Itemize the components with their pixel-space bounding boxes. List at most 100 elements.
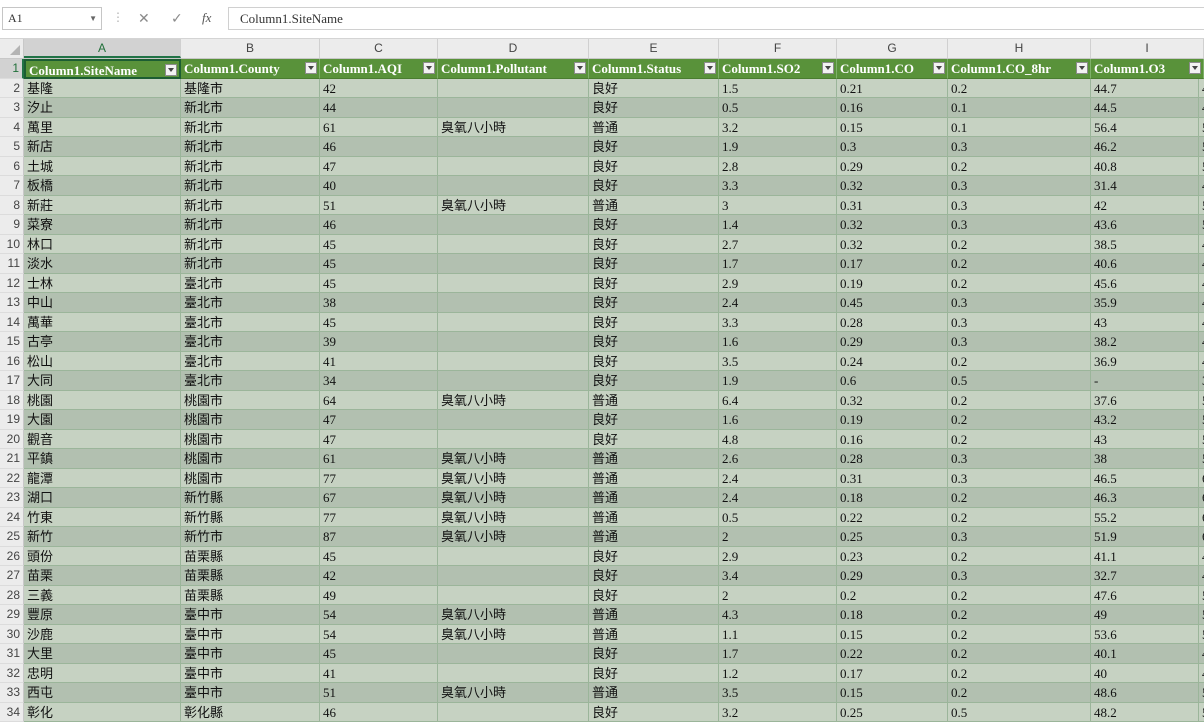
- cell-o3[interactable]: 51.9: [1091, 527, 1199, 547]
- cell-o3[interactable]: 46.3: [1091, 488, 1199, 508]
- cell-county[interactable]: 臺北市: [181, 274, 320, 294]
- filter-dropdown-icon[interactable]: [165, 64, 177, 76]
- cell-status[interactable]: 良好: [589, 254, 719, 274]
- cell-co-8hr[interactable]: 0.5: [948, 371, 1091, 391]
- cell-co-8hr[interactable]: 0.2: [948, 235, 1091, 255]
- cell-aqi[interactable]: 46: [320, 137, 438, 157]
- cell-aqi[interactable]: 44: [320, 98, 438, 118]
- cell-status[interactable]: 良好: [589, 176, 719, 196]
- cell-co-8hr[interactable]: 0.3: [948, 332, 1091, 352]
- cell-o3[interactable]: 32.7: [1091, 566, 1199, 586]
- cell-so2[interactable]: 3.4: [719, 566, 837, 586]
- cell-aqi[interactable]: 41: [320, 664, 438, 684]
- cell-status[interactable]: 良好: [589, 157, 719, 177]
- cell-overflow[interactable]: 4: [1199, 664, 1204, 684]
- row-number[interactable]: 3: [0, 98, 24, 118]
- cell-aqi[interactable]: 49: [320, 586, 438, 606]
- cell-so2[interactable]: 1.7: [719, 254, 837, 274]
- cell-o3[interactable]: 40.6: [1091, 254, 1199, 274]
- cell-aqi[interactable]: 54: [320, 605, 438, 625]
- cell-status[interactable]: 普通: [589, 469, 719, 489]
- cell-co[interactable]: 0.28: [837, 449, 948, 469]
- cell-co[interactable]: 0.19: [837, 410, 948, 430]
- cell-overflow[interactable]: 5: [1199, 625, 1204, 645]
- row-number[interactable]: 11: [0, 254, 24, 274]
- cell-overflow[interactable]: 4: [1199, 176, 1204, 196]
- cell-sitename[interactable]: 汐止: [24, 98, 181, 118]
- cell-county[interactable]: 臺北市: [181, 352, 320, 372]
- cell-pollutant[interactable]: [438, 313, 589, 333]
- cell-overflow[interactable]: 5: [1199, 430, 1204, 450]
- cell-county[interactable]: 苗栗縣: [181, 566, 320, 586]
- cell-o3[interactable]: 38.2: [1091, 332, 1199, 352]
- cell-o3[interactable]: 37.6: [1091, 391, 1199, 411]
- cell-pollutant[interactable]: [438, 176, 589, 196]
- row-number[interactable]: 1: [0, 59, 24, 79]
- cell-so2[interactable]: 2.6: [719, 449, 837, 469]
- cell-status[interactable]: 良好: [589, 410, 719, 430]
- cell-pollutant[interactable]: [438, 332, 589, 352]
- cell-county[interactable]: 新竹縣: [181, 508, 320, 528]
- cell-co[interactable]: 0.18: [837, 605, 948, 625]
- cell-status[interactable]: 普通: [589, 488, 719, 508]
- cell-o3[interactable]: 40: [1091, 664, 1199, 684]
- cell-aqi[interactable]: 39: [320, 332, 438, 352]
- cell-pollutant[interactable]: [438, 352, 589, 372]
- cell-county[interactable]: 新北市: [181, 176, 320, 196]
- cell-aqi[interactable]: 64: [320, 391, 438, 411]
- cell-co[interactable]: 0.25: [837, 527, 948, 547]
- cell-co-8hr[interactable]: 0.3: [948, 293, 1091, 313]
- cell-county[interactable]: 臺中市: [181, 625, 320, 645]
- cell-status[interactable]: 良好: [589, 235, 719, 255]
- formula-input[interactable]: Column1.SiteName: [228, 7, 1204, 30]
- cell-o3[interactable]: 55.2: [1091, 508, 1199, 528]
- filter-dropdown-icon[interactable]: [1076, 62, 1088, 74]
- cell-status[interactable]: 良好: [589, 332, 719, 352]
- cell-overflow[interactable]: 4: [1199, 274, 1204, 294]
- cell-status[interactable]: 良好: [589, 586, 719, 606]
- cell-county[interactable]: 新北市: [181, 118, 320, 138]
- cell-co-8hr[interactable]: 0.2: [948, 488, 1091, 508]
- cell-overflow[interactable]: 6: [1199, 488, 1204, 508]
- cell-pollutant[interactable]: 臭氧八小時: [438, 625, 589, 645]
- cell-sitename[interactable]: 松山: [24, 352, 181, 372]
- cell-co-8hr[interactable]: 0.3: [948, 215, 1091, 235]
- cell-status[interactable]: 普通: [589, 118, 719, 138]
- cell-o3[interactable]: 40.8: [1091, 157, 1199, 177]
- cell-co-8hr[interactable]: 0.3: [948, 313, 1091, 333]
- cell-o3[interactable]: 56.4: [1091, 118, 1199, 138]
- cell-status[interactable]: 良好: [589, 293, 719, 313]
- row-number[interactable]: 31: [0, 644, 24, 664]
- row-number[interactable]: 6: [0, 157, 24, 177]
- cell-co[interactable]: 0.32: [837, 176, 948, 196]
- cell-county[interactable]: 新北市: [181, 196, 320, 216]
- cell-o3[interactable]: 41.1: [1091, 547, 1199, 567]
- column-header-h[interactable]: H: [948, 39, 1091, 58]
- cell-overflow[interactable]: 4: [1199, 566, 1204, 586]
- cell-aqi[interactable]: 46: [320, 215, 438, 235]
- cell-co-8hr[interactable]: 0.2: [948, 508, 1091, 528]
- cell-sitename[interactable]: 淡水: [24, 254, 181, 274]
- cell-o3[interactable]: 35.9: [1091, 293, 1199, 313]
- cell-overflow[interactable]: 6: [1199, 469, 1204, 489]
- cell-co[interactable]: 0.19: [837, 274, 948, 294]
- cell-aqi[interactable]: 45: [320, 254, 438, 274]
- cell-pollutant[interactable]: 臭氧八小時: [438, 683, 589, 703]
- cell-aqi[interactable]: 47: [320, 430, 438, 450]
- cell-co[interactable]: 0.24: [837, 352, 948, 372]
- cell-status[interactable]: 良好: [589, 215, 719, 235]
- row-number[interactable]: 13: [0, 293, 24, 313]
- cell-co-8hr[interactable]: 0.2: [948, 625, 1091, 645]
- cell-county[interactable]: 新北市: [181, 254, 320, 274]
- cell-status[interactable]: 良好: [589, 566, 719, 586]
- cell-overflow[interactable]: 4: [1199, 332, 1204, 352]
- cell-co[interactable]: 0.15: [837, 625, 948, 645]
- cell-so2[interactable]: 2.4: [719, 488, 837, 508]
- cell-co[interactable]: 0.23: [837, 547, 948, 567]
- column-header-i[interactable]: I: [1091, 39, 1204, 58]
- column-header-e[interactable]: E: [589, 39, 719, 58]
- row-number[interactable]: 33: [0, 683, 24, 703]
- header-cell-status[interactable]: Column1.Status: [589, 59, 719, 79]
- cell-o3[interactable]: 36.9: [1091, 352, 1199, 372]
- cell-county[interactable]: 苗栗縣: [181, 586, 320, 606]
